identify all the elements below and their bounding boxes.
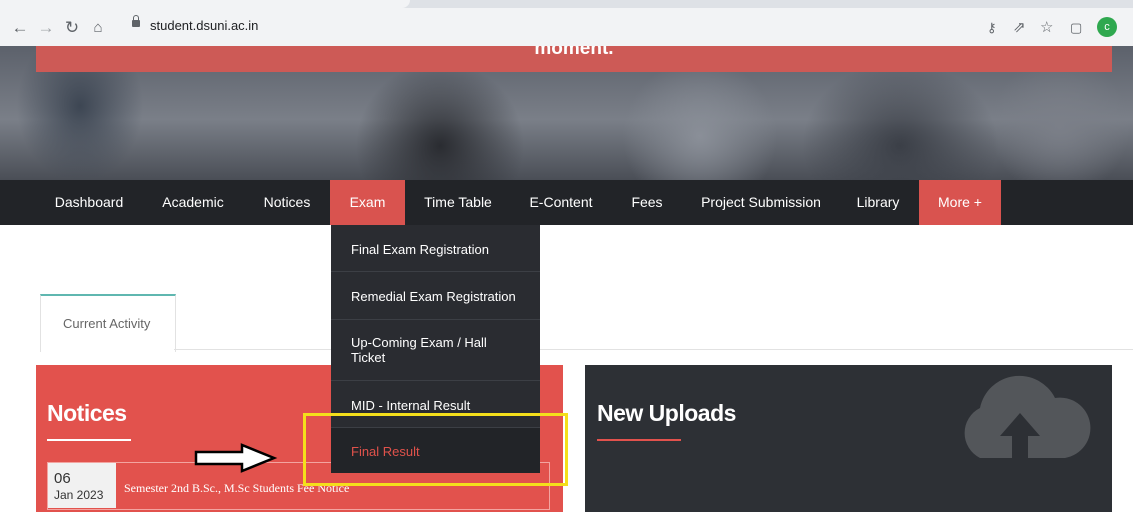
menu-item-label: Remedial Exam Registration <box>351 289 516 304</box>
highlight-box <box>303 413 568 486</box>
new-uploads-title: New Uploads <box>597 400 736 426</box>
nav-item-more[interactable]: More + <box>919 180 1001 225</box>
hero-caption: moment. <box>534 46 614 59</box>
nav-item-academic[interactable]: Academic <box>150 180 236 225</box>
nav-item-fees[interactable]: Fees <box>620 180 674 225</box>
side-panel-icon[interactable]: ▢ <box>1070 18 1082 38</box>
menu-item-upcoming-exam-hall-ticket[interactable]: Up-Coming Exam / Hall Ticket <box>331 320 540 381</box>
new-uploads-underline <box>597 439 681 441</box>
share-icon[interactable]: ⇗ <box>1013 18 1026 38</box>
tab-label: Current Activity <box>63 316 151 331</box>
browser-tab[interactable] <box>0 0 410 8</box>
notices-title: Notices <box>47 400 127 426</box>
right-arrow-icon <box>194 443 278 473</box>
notice-date-day: 06 <box>54 470 71 487</box>
cloud-upload-icon <box>964 375 1091 458</box>
tab-strip <box>0 0 1133 8</box>
key-icon[interactable]: ⚷ <box>987 18 997 38</box>
tab-divider <box>174 349 1133 350</box>
menu-item-remedial-exam-registration[interactable]: Remedial Exam Registration <box>331 272 540 320</box>
url-text[interactable]: student.dsuni.ac.in <box>150 18 258 33</box>
nav-item-library[interactable]: Library <box>846 180 910 225</box>
nav-item-e-content[interactable]: E-Content <box>518 180 604 225</box>
nav-item-time-table[interactable]: Time Table <box>412 180 504 225</box>
notice-date-month: Jan 2023 <box>54 488 104 502</box>
menu-item-final-exam-registration[interactable]: Final Exam Registration <box>331 225 540 272</box>
tab-current-activity[interactable]: Current Activity <box>40 294 176 352</box>
menu-item-label: MID - Internal Result <box>351 398 471 413</box>
menu-item-label: Final Exam Registration <box>351 242 489 257</box>
profile-avatar[interactable]: c <box>1097 17 1117 37</box>
home-icon[interactable]: ⌂ <box>88 18 108 38</box>
nav-item-notices[interactable]: Notices <box>250 180 324 225</box>
notices-underline <box>47 439 131 441</box>
nav-item-project-submission[interactable]: Project Submission <box>690 180 832 225</box>
menu-item-label: Up-Coming Exam / Hall <box>351 335 487 350</box>
nav-item-dashboard[interactable]: Dashboard <box>42 180 136 225</box>
menu-item-label-line2: Ticket <box>351 350 386 365</box>
lock-icon[interactable] <box>132 15 140 27</box>
nav-item-exam[interactable]: Exam <box>330 180 405 225</box>
reload-icon[interactable]: ↻ <box>62 18 82 38</box>
star-icon[interactable]: ☆ <box>1040 18 1053 38</box>
back-arrow-icon[interactable]: ← <box>10 18 30 38</box>
forward-arrow-icon[interactable]: → <box>36 18 56 38</box>
